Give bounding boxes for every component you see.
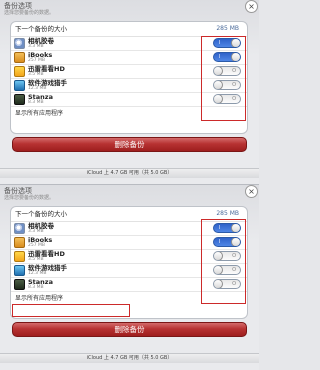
toggle-highlight-box bbox=[201, 36, 246, 121]
next-backup-size-row: 下一个备份的大小 285 MB bbox=[11, 22, 247, 37]
app-size: 257 MB bbox=[28, 58, 45, 63]
next-backup-size-label: 下一个备份的大小 bbox=[15, 210, 67, 218]
app-size: 8.3 MB bbox=[28, 100, 44, 105]
game-hunter-icon bbox=[14, 80, 25, 91]
game-hunter-icon bbox=[14, 265, 25, 276]
app-size: 8.3 MB bbox=[28, 285, 44, 290]
photos-icon bbox=[14, 38, 25, 49]
app-size: 12.3 MB bbox=[28, 86, 47, 91]
panel-subtitle: 选择您要备份的数据。 bbox=[4, 10, 55, 16]
show-all-highlight-box bbox=[12, 304, 130, 317]
photos-icon bbox=[14, 223, 25, 234]
backup-options-panel-2: 备份选项 选择您要备份的数据。 × 下一个备份的大小 285 MB 相机胶卷 3… bbox=[0, 185, 259, 370]
panel-header: 备份选项 选择您要备份的数据。 bbox=[4, 2, 54, 17]
stanza-icon bbox=[14, 94, 25, 105]
panel-subtitle: 选择您要备份的数据。 bbox=[4, 195, 55, 201]
panel-divider bbox=[0, 184, 259, 185]
app-size: 3.5 MB bbox=[28, 72, 44, 77]
delete-backup-button[interactable]: 删除备份 bbox=[12, 137, 247, 152]
app-size: 257 MB bbox=[28, 243, 45, 248]
close-icon[interactable]: × bbox=[245, 185, 258, 198]
backup-options-panel-1: 备份选项 选择您要备份的数据。 × 下一个备份的大小 285 MB 相机胶卷 3… bbox=[0, 0, 259, 185]
app-size: 3.3 MB bbox=[28, 229, 44, 234]
next-backup-size-value: 285 MB bbox=[216, 25, 239, 32]
panel-header: 备份选项 选择您要备份的数据。 bbox=[4, 187, 54, 202]
icloud-storage-footer: iCloud 上 4.7 GB 可用（共 5.0 GB） bbox=[0, 353, 259, 363]
ibooks-icon bbox=[14, 52, 25, 63]
xunlei-icon bbox=[14, 251, 25, 262]
next-backup-size-label: 下一个备份的大小 bbox=[15, 25, 67, 33]
app-size: 12.3 MB bbox=[28, 271, 47, 276]
panel-title: 备份选项 bbox=[4, 187, 32, 195]
close-icon[interactable]: × bbox=[245, 0, 258, 13]
icloud-storage-footer: iCloud 上 4.7 GB 可用（共 5.0 GB） bbox=[0, 168, 259, 178]
show-all-apps-link[interactable]: 显示所有应用程序 bbox=[15, 107, 63, 121]
ibooks-icon bbox=[14, 237, 25, 248]
xunlei-icon bbox=[14, 66, 25, 77]
panel-title: 备份选项 bbox=[4, 2, 32, 10]
app-size: 3.5 MB bbox=[28, 257, 44, 262]
delete-backup-button[interactable]: 删除备份 bbox=[12, 322, 247, 337]
stanza-icon bbox=[14, 279, 25, 290]
toggle-highlight-box bbox=[201, 219, 246, 304]
app-size: 3.3 MB bbox=[28, 44, 44, 49]
